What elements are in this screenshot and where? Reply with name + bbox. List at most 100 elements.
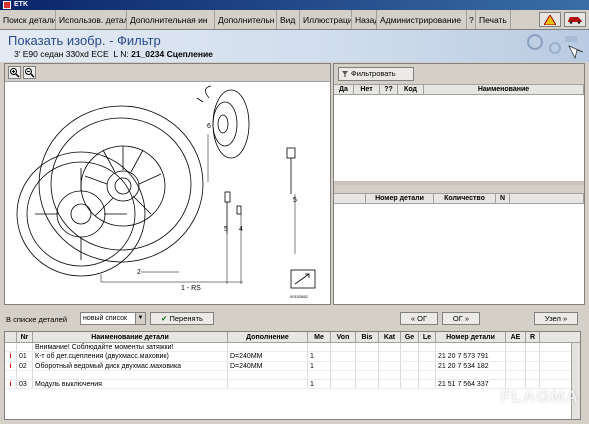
car-icon[interactable] bbox=[564, 12, 586, 27]
col-name[interactable]: Наименование bbox=[424, 85, 584, 94]
zoom-in-icon[interactable] bbox=[8, 66, 21, 79]
filter-button[interactable]: Фильтровать bbox=[338, 67, 414, 81]
parts-table: Nr Наименование детали Дополнение Me Von… bbox=[4, 331, 581, 420]
watermark-text: FLAGMA bbox=[500, 387, 579, 406]
callout-5: 5 bbox=[293, 197, 297, 204]
cell-name bbox=[33, 370, 228, 380]
menu-item-view[interactable]: Вид bbox=[277, 10, 300, 29]
menu-item-part-search[interactable]: Поиск детали bbox=[0, 10, 56, 29]
clutch-diagram[interactable]: 6 5 4 5 2 1 - RS 00152682 bbox=[11, 84, 329, 302]
chevron-down-icon: ▼ bbox=[135, 313, 145, 324]
menu-icons bbox=[511, 10, 589, 29]
parts-search-body[interactable] bbox=[334, 204, 584, 304]
table-row[interactable]: Внимание! Соблюдайте моменты затяжки! bbox=[5, 343, 580, 353]
callout-3: 4 bbox=[239, 226, 243, 233]
vehicle-model: 3' E90 седан 330xd ECE bbox=[14, 49, 109, 59]
cell-extra: D=240MM bbox=[228, 352, 308, 361]
menu-item-administration[interactable]: Администрирование bbox=[377, 10, 467, 29]
cell-extra bbox=[228, 380, 308, 389]
col-part-name[interactable]: Наименование детали bbox=[33, 332, 228, 342]
col-n[interactable]: N bbox=[496, 194, 510, 203]
transfer-label: Перенять bbox=[169, 314, 203, 323]
cell-number: 21 20 7 573 791 bbox=[436, 352, 506, 361]
col-part-number[interactable]: Номер детали bbox=[366, 194, 434, 203]
list-select[interactable]: новый список ▼ bbox=[80, 312, 146, 325]
menu-item-back[interactable]: Назад bbox=[352, 10, 377, 29]
info-icon[interactable]: i bbox=[5, 380, 17, 389]
cell-name: К-т об дет.сцепления (двухмасс.маховик) bbox=[33, 352, 228, 361]
cell-number: 21 20 7 534 182 bbox=[436, 361, 506, 370]
table-row[interactable]: i 03 Модуль выключения 1 21 51 7 564 337 bbox=[5, 380, 580, 390]
col-info bbox=[5, 332, 17, 342]
filter-button-label: Фильтровать bbox=[351, 69, 396, 78]
group-label: L N: bbox=[113, 49, 129, 59]
window-title: ETK bbox=[14, 1, 28, 8]
col-ge[interactable]: Ge bbox=[401, 332, 419, 342]
menu-item-print[interactable]: Печать bbox=[476, 10, 511, 29]
menu-item-help[interactable]: ? bbox=[467, 10, 476, 29]
warning-icon[interactable] bbox=[539, 12, 561, 27]
col-quantity[interactable]: Количество bbox=[434, 194, 496, 203]
transfer-button[interactable]: ✔ Перенять bbox=[150, 312, 214, 325]
cell-extra bbox=[228, 343, 308, 352]
table-row[interactable]: i 01 К-т об дет.сцепления (двухмасс.махо… bbox=[5, 352, 580, 362]
pressure-plate bbox=[38, 105, 204, 263]
cell-me: 1 bbox=[308, 361, 331, 370]
menu-item-illustrations[interactable]: Иллюстраци bbox=[300, 10, 352, 29]
parts-search-header: Номер детали Количество N bbox=[334, 193, 584, 204]
callout-6: 6 bbox=[207, 123, 211, 130]
table-row[interactable]: i 02 Оборотный ведомый диск двухмас.махо… bbox=[5, 361, 580, 371]
clutch-disc bbox=[16, 151, 146, 277]
vertical-scrollbar[interactable] bbox=[571, 343, 580, 419]
cell-me bbox=[308, 343, 331, 352]
col-no[interactable]: Нет bbox=[354, 85, 380, 94]
table-row[interactable] bbox=[5, 370, 580, 381]
cell-me bbox=[308, 370, 331, 380]
cell-me: 1 bbox=[308, 352, 331, 361]
check-icon: ✔ bbox=[161, 314, 168, 323]
menu-item-additional-info[interactable]: Дополнительная ин bbox=[127, 10, 215, 29]
menu-bar: Поиск детали Использов. детал Дополнител… bbox=[0, 10, 589, 30]
col-von[interactable]: Von bbox=[331, 332, 356, 342]
cell-nr: 01 bbox=[17, 352, 33, 361]
info-icon bbox=[5, 370, 17, 380]
diagram-image-id: 00152682 bbox=[290, 294, 309, 299]
node-button[interactable]: Узел » bbox=[534, 312, 578, 325]
col-yes[interactable]: Да bbox=[334, 85, 354, 94]
col-me[interactable]: Me bbox=[308, 332, 331, 342]
callout-2: 2 bbox=[137, 269, 141, 276]
app-icon bbox=[3, 1, 11, 9]
cell-me: 1 bbox=[308, 380, 331, 389]
col-r[interactable]: R bbox=[526, 332, 540, 342]
filter-grid-body[interactable] bbox=[334, 95, 584, 181]
col-unknown[interactable]: ?? bbox=[380, 85, 398, 94]
cell-name: Модуль выключения bbox=[33, 380, 228, 389]
col-kat[interactable]: Kat bbox=[379, 332, 401, 342]
release-bearing bbox=[196, 85, 250, 159]
info-icon[interactable]: i bbox=[5, 361, 17, 370]
col-ae[interactable]: AE bbox=[506, 332, 526, 342]
zoom-out-icon[interactable] bbox=[23, 66, 36, 79]
col-code[interactable]: Код bbox=[398, 85, 424, 94]
col-le[interactable]: Le bbox=[419, 332, 436, 342]
info-icon[interactable]: i bbox=[5, 352, 17, 361]
og-prev-button[interactable]: « ОГ bbox=[400, 312, 438, 325]
window-titlebar: ETK bbox=[0, 0, 589, 10]
cell-extra: D=240MM bbox=[228, 361, 308, 370]
cell-name: Оборотный ведомый диск двухмас.маховика bbox=[33, 361, 228, 370]
menu-item-part-usage[interactable]: Использов. детал bbox=[56, 10, 127, 29]
callout-4: 5 bbox=[224, 226, 228, 233]
menu-item-additional[interactable]: Дополнительн bbox=[215, 10, 277, 29]
panel-spacer bbox=[334, 185, 584, 193]
col-addition[interactable]: Дополнение bbox=[228, 332, 308, 342]
col-nr[interactable]: Nr bbox=[17, 332, 33, 342]
page-header: Показать изобр. - Фильтр 3' E90 седан 33… bbox=[0, 30, 589, 62]
cell-extra bbox=[228, 370, 308, 380]
small-parts bbox=[224, 147, 296, 234]
cell-nr bbox=[17, 370, 33, 380]
cell-nr: 03 bbox=[17, 380, 33, 389]
page-title: Показать изобр. - Фильтр bbox=[8, 33, 161, 48]
col-part-number[interactable]: Номер детали bbox=[436, 332, 506, 342]
col-bis[interactable]: Bis bbox=[356, 332, 379, 342]
og-next-button[interactable]: ОГ » bbox=[442, 312, 480, 325]
